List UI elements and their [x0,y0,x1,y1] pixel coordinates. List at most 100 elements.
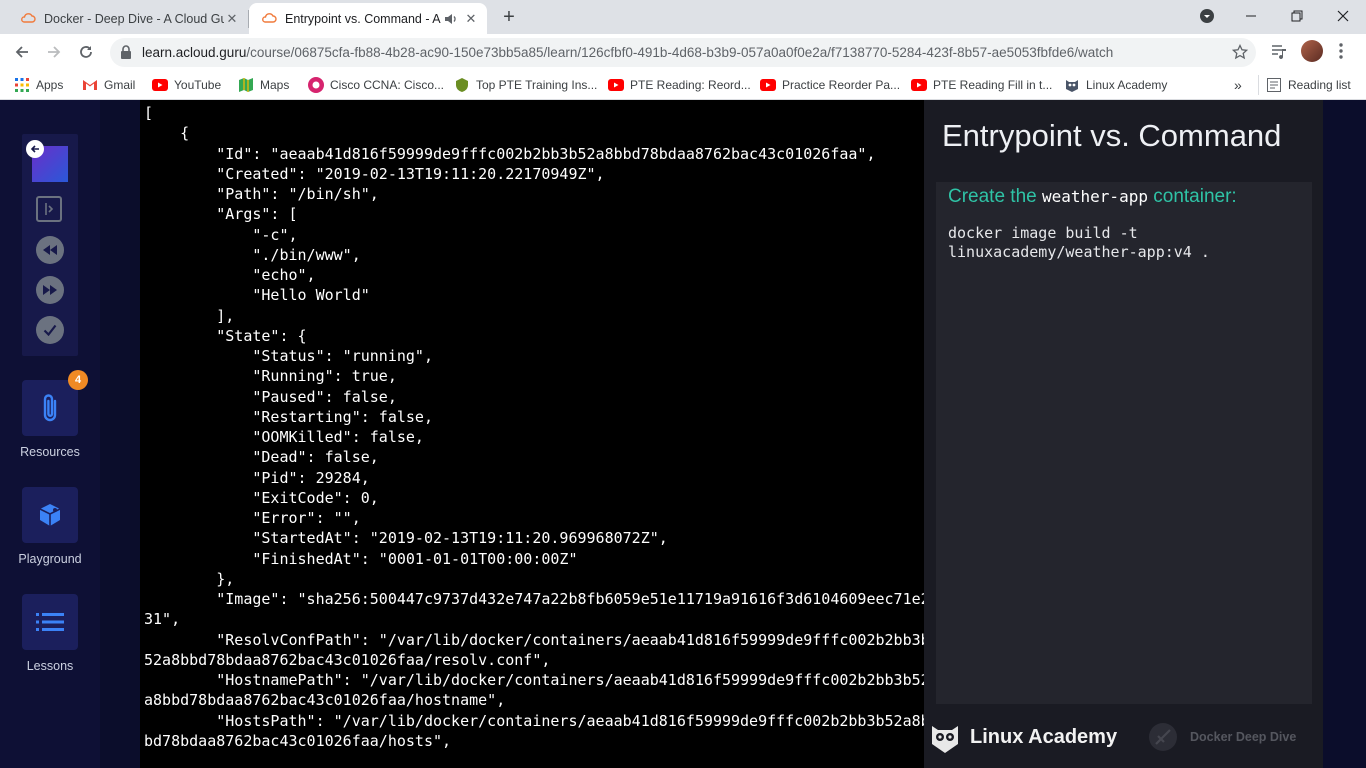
close-window-icon[interactable] [1320,0,1366,32]
course-brand: Docker Deep Dive [1148,722,1296,752]
bookmark-label: PTE Reading Fill in t... [933,78,1053,92]
lessons-label: Lessons [26,659,74,673]
cloud-guru-favicon-icon [21,12,36,23]
terminal-line: "FinishedAt": "0001-01-01T00:00:00Z" [144,549,578,568]
bookmark-linux-academy[interactable]: Linux Academy [1064,77,1167,93]
terminal-line: "ResolvConfPath": "/var/lib/docker/conta… [144,630,924,649]
bookmark-label: Maps [260,78,290,92]
brand-name: Linux Academy [970,725,1118,748]
terminal-line: "Image": "sha256:500447c9737d432e747a22b… [144,590,924,608]
forward-icon[interactable] [42,40,66,64]
browser-toolbar: learn.acloud.guru/course/06875cfa-fb88-4… [0,34,1366,71]
terminal-line: "ExitCode": 0, [144,488,379,507]
terminal-line: "HostnamePath": "/var/lib/docker/contain… [144,671,924,689]
linux-academy-icon [1064,77,1080,93]
owl-logo-icon [932,726,958,753]
new-tab-button[interactable]: + [498,6,520,28]
reading-list-button[interactable]: Reading list [1266,77,1351,93]
bookmark-label: YouTube [174,78,222,92]
bookmark-maps[interactable]: Maps [238,77,289,93]
terminal-line: "HostsPath": "/var/lib/docker/containers… [144,711,924,730]
url-host: learn.acloud.guru [142,45,247,60]
toggle-panel-icon[interactable] [36,196,62,222]
terminal-line: "State": { [144,326,307,345]
resources-count-badge: 4 [68,370,88,390]
bookmark-label: Top PTE Training Ins... [476,78,598,92]
restore-icon[interactable] [1274,0,1320,32]
bookmark-label: Practice Reorder Pa... [782,78,901,92]
back-arrow-icon[interactable] [26,140,44,158]
playground-label: Playground [18,552,82,566]
bookmark-pte-reading-fill[interactable]: PTE Reading Fill in t... [911,77,1052,93]
bookmark-label: Cisco CCNA: Cisco... [330,78,445,92]
course-sidebar: 4 Resources Playground Lessons [0,100,100,768]
heading-prefix: Create the [948,186,1042,207]
player-controls [22,134,78,356]
tab-entrypoint-vs-command[interactable]: Entrypoint vs. Command - A ✕ [249,3,487,34]
address-bar[interactable]: learn.acloud.guru/course/06875cfa-fb88-4… [110,38,1256,67]
bookmark-youtube[interactable]: YouTube [152,77,221,93]
lessons-button[interactable] [22,594,78,650]
tab-docker-deep-dive[interactable]: Docker - Deep Dive - A Cloud Gu ✕ [8,3,248,34]
rewind-icon[interactable] [36,236,64,264]
reading-list-label: Reading list [1288,78,1351,92]
cube-icon [39,504,61,526]
terminal-line: "Restarting": false, [144,407,433,426]
cloud-guru-favicon-icon [262,12,277,23]
bookmark-label: PTE Reading: Reord... [630,78,751,92]
terminal-line: ], [144,306,235,325]
apps-grid-icon [14,77,30,93]
bookmark-label: Gmail [104,78,136,92]
terminal-line: 31", [144,610,181,629]
heading-code: weather-app [1042,187,1148,206]
terminal-output: [ { "Id": "aeaab41d816f59999de9fffc002b2… [140,100,924,768]
close-tab-icon[interactable]: ✕ [463,11,479,27]
url-text: learn.acloud.guru/course/06875cfa-fb88-4… [142,45,1113,60]
terminal-line: a8bbd78bdaa8762bac43c01026faa/hostname", [144,691,506,710]
bookmark-star-icon[interactable] [1232,44,1248,60]
bookmark-practice-reorder[interactable]: Practice Reorder Pa... [760,77,900,93]
fast-forward-icon[interactable] [36,276,64,304]
minimize-icon[interactable] [1228,0,1274,32]
terminal-line: "Path": "/bin/sh", [144,185,379,203]
terminal-line: "Running": true, [144,367,397,386]
list-icon [36,613,64,631]
speaker-icon[interactable] [443,11,459,27]
slide-title: Entrypoint vs. Command [942,118,1282,153]
bookmark-label: Apps [36,78,64,92]
resources-button[interactable] [22,380,78,436]
mark-complete-icon[interactable] [36,316,64,344]
terminal-line: "Status": "running", [144,347,433,365]
profile-menu-icon[interactable] [1184,0,1230,32]
bookmark-apps[interactable]: Apps [14,77,63,93]
close-tab-icon[interactable]: ✕ [224,11,240,27]
terminal-line: "Error": "", [144,509,361,527]
terminal-line: "Pid": 29284, [144,468,370,487]
url-path: /course/06875cfa-fb88-4b28-ac90-150e73bb… [246,45,1114,60]
media-control-icon[interactable] [1270,42,1288,60]
browser-menu-icon[interactable] [1338,42,1344,60]
tab-title: Docker - Deep Dive - A Cloud Gu [44,11,224,26]
course-logo-icon [1149,723,1177,751]
profile-avatar[interactable] [1301,40,1323,62]
paperclip-icon [43,394,57,422]
bookmark-top-pte-training[interactable]: Top PTE Training Ins... [454,77,597,93]
terminal-line: "echo", [144,266,316,284]
terminal-line: }, [144,569,235,588]
bookmark-cisco-ccna[interactable]: Cisco CCNA: Cisco... [308,77,444,93]
youtube-icon [760,77,776,93]
more-bookmarks-icon[interactable]: » [1234,77,1242,93]
heading-suffix: container: [1147,186,1237,207]
reading-list-icon [1266,77,1282,93]
playground-button[interactable] [22,487,78,543]
youtube-icon [608,77,624,93]
bookmark-pte-reading-reorder[interactable]: PTE Reading: Reord... [608,77,751,93]
lock-icon[interactable] [120,45,132,59]
terminal-line: "Paused": false, [144,387,397,406]
reload-icon[interactable] [74,40,98,64]
back-icon[interactable] [10,40,34,64]
pte-icon [454,77,470,93]
slide-content-card: Create the weather-app container: docker… [936,182,1312,704]
terminal-line: "StartedAt": "2019-02-13T19:11:20.969968… [144,529,668,548]
bookmark-gmail[interactable]: Gmail [82,77,135,93]
